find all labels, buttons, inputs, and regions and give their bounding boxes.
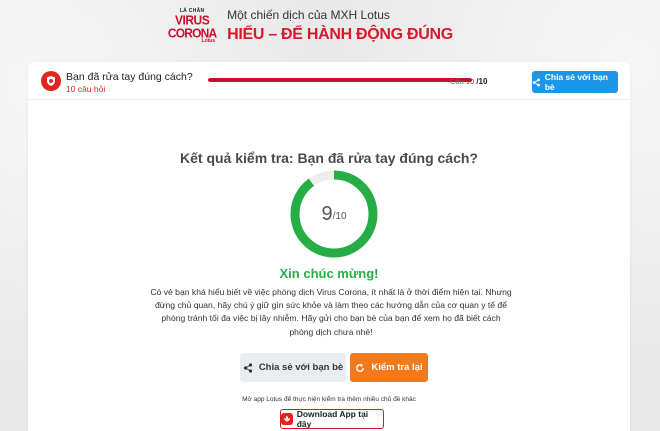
result-description: Có vẻ bạn khá hiểu biết về việc phòng dị… [150, 287, 512, 337]
share-button[interactable]: Chia sẻ với bạn bè [240, 353, 346, 382]
result-card: Bạn đã rửa tay đúng cách? 10 câu hỏi Câu… [28, 62, 630, 431]
progress-prefix: Câu [450, 77, 464, 86]
header-subtitle: Một chiến dịch của MXH Lotus [227, 8, 390, 22]
download-app-label: Download App tại đây [296, 409, 369, 429]
site-header: LÁ CHẮN VIRUS CORONA Lotus Một chiến dịc… [0, 0, 660, 52]
progress-total: /10 [476, 77, 488, 86]
question-count: 10 câu hỏi [66, 84, 106, 94]
result-title: Kết quả kiểm tra: Bạn đã rửa tay đúng cá… [180, 150, 478, 166]
share-button-top[interactable]: Chia sẻ với bạn bè [532, 71, 618, 93]
score-display: 9 /10 [289, 169, 379, 259]
quiz-progress-fill [208, 78, 472, 82]
header-title: HIỂU – ĐỂ HÀNH ĐỘNG ĐÚNG [227, 26, 453, 43]
app-note: Mở app Lotus để thực hiện kiểm tra thêm … [242, 396, 416, 403]
logo-line-2: VIRUS [175, 11, 210, 28]
share-button-label: Chia sẻ với bạn bè [258, 362, 344, 373]
congrats-heading: Xin chúc mừng! [279, 266, 379, 281]
progress-label: Câu 10 /10 [450, 77, 487, 86]
score-total: /10 [332, 211, 347, 222]
lotus-app-icon [281, 413, 293, 425]
quiz-info-bar: Bạn đã rửa tay đúng cách? 10 câu hỏi Câu… [28, 62, 630, 100]
share-icon [532, 77, 540, 87]
virus-shield-icon [41, 71, 61, 91]
retry-button[interactable]: Kiểm tra lại [350, 353, 428, 382]
quiz-title: Bạn đã rửa tay đúng cách? [66, 71, 193, 83]
quiz-progress-bar [208, 78, 472, 82]
header-text: Một chiến dịch của MXH Lotus HIỂU – ĐỂ H… [227, 8, 453, 44]
retry-icon [356, 363, 365, 372]
retry-button-label: Kiểm tra lại [371, 362, 423, 373]
share-button-top-label: Chia sẻ với bạn bè [544, 72, 608, 92]
progress-current: 10 [465, 77, 475, 86]
share-icon [243, 362, 252, 373]
score-value: 9 [321, 202, 333, 225]
download-app-button[interactable]: Download App tại đây [280, 409, 384, 429]
campaign-logo[interactable]: LÁ CHẮN VIRUS CORONA Lotus [167, 5, 217, 47]
logo-line-3: CORONA [167, 24, 217, 41]
